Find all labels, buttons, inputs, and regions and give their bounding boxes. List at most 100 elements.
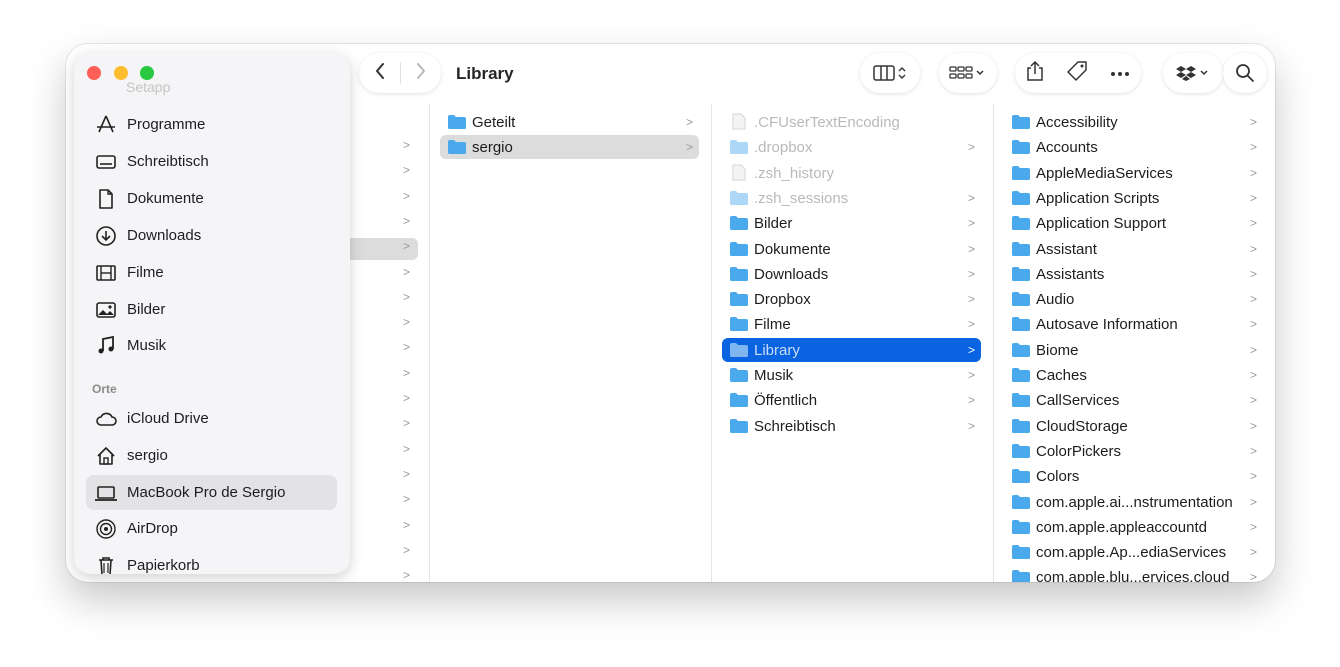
folder-icon <box>1012 266 1030 281</box>
file-row-com-apple-blu-ervices-cloud[interactable]: com.apple.blu...ervices.cloud > <box>1004 565 1263 582</box>
file-row-geteilt[interactable]: Geteilt > <box>440 110 699 134</box>
finder-window: > > > > > > > > > > > > > > > > > > > Geteilt > sergio > .CFU… <box>66 44 1275 582</box>
file-name: sergio <box>472 139 513 157</box>
file-row-accounts[interactable]: Accounts > <box>1004 135 1263 159</box>
file-name: Colors <box>1036 468 1080 486</box>
file-name: CallServices <box>1036 392 1120 410</box>
zoom-button[interactable] <box>140 66 154 80</box>
group-grid-icon <box>949 66 984 79</box>
file-row-audio[interactable]: Audio > <box>1004 287 1263 311</box>
file-row-sergio[interactable]: sergio > <box>440 135 699 160</box>
file-row-biome[interactable]: Biome > <box>1004 338 1263 362</box>
sidebar-item-musik[interactable]: Musik <box>86 328 337 363</box>
chevron-right-icon: > <box>1249 140 1257 155</box>
file-row-caches[interactable]: Caches > <box>1004 363 1263 387</box>
file-row-com-apple-ai-nstrumentation[interactable]: com.apple.ai...nstrumentation > <box>1004 490 1263 514</box>
folder-icon <box>1012 292 1030 307</box>
chevron-right-icon: > <box>1249 519 1257 534</box>
sidebar-item-programme[interactable]: Programme <box>86 107 337 142</box>
sidebar-item-setapp[interactable]: Setapp <box>126 79 170 95</box>
file-row-autosave-information[interactable]: Autosave Information > <box>1004 312 1263 336</box>
sidebar-item-dokumente[interactable]: Dokumente <box>86 181 337 216</box>
file-row-application-scripts[interactable]: Application Scripts > <box>1004 186 1263 210</box>
chevron-right-icon: > <box>967 418 975 433</box>
file-row-ffentlich[interactable]: Öffentlich > <box>722 388 981 412</box>
dropbox-icon <box>1176 66 1208 81</box>
file-name: Autosave Information <box>1036 316 1178 334</box>
file-row-callservices[interactable]: CallServices > <box>1004 388 1263 412</box>
folder-icon <box>730 292 748 307</box>
file-name: com.apple.ai...nstrumentation <box>1036 493 1233 511</box>
file-row-applemediaservices[interactable]: AppleMediaServices > <box>1004 161 1263 185</box>
sidebar-item-airdrop[interactable]: AirDrop <box>86 511 337 546</box>
search-button[interactable] <box>1223 53 1267 93</box>
file-row-accessibility[interactable]: Accessibility > <box>1004 110 1263 134</box>
forward-button[interactable] <box>401 62 441 85</box>
sidebar-item-label: Dokumente <box>127 189 204 207</box>
file-name: com.apple.blu...ervices.cloud <box>1036 569 1230 582</box>
file-name: Musik <box>754 367 794 384</box>
file-row-library[interactable]: Library > <box>722 337 981 362</box>
file-row-colorpickers[interactable]: ColorPickers > <box>1004 439 1263 463</box>
download-icon <box>96 225 116 246</box>
file-name: AppleMediaServices <box>1036 164 1173 182</box>
back-button[interactable] <box>360 62 400 85</box>
folder-icon <box>1012 443 1030 458</box>
file-row-com-apple-ap-ediaservices[interactable]: com.apple.Ap...ediaServices > <box>1004 540 1263 564</box>
file-row-colors[interactable]: Colors > <box>1004 464 1263 488</box>
minimize-button[interactable] <box>114 66 128 80</box>
chevron-right-icon: > <box>1249 545 1257 560</box>
close-button[interactable] <box>87 66 101 80</box>
file-row-musik[interactable]: Musik > <box>722 363 981 387</box>
sidebar-item-schreibtisch[interactable]: Schreibtisch <box>86 144 337 179</box>
columns-view-icon <box>873 65 906 81</box>
file-row-cloudstorage[interactable]: CloudStorage > <box>1004 414 1263 438</box>
file-name: Dropbox <box>754 291 811 309</box>
file-row-com-apple-appleaccountd[interactable]: com.apple.appleaccountd > <box>1004 515 1263 539</box>
sidebar-item-macbook-pro-de-sergio[interactable]: MacBook Pro de Sergio <box>86 474 337 510</box>
view-mode-button[interactable] <box>860 53 920 93</box>
sidebar-item-filme[interactable]: Filme <box>86 255 337 290</box>
file-name: .CFUserTextEncoding <box>754 114 900 131</box>
sidebar-item-icloud-drive[interactable]: iCloud Drive <box>86 401 337 436</box>
chevron-right-icon: > <box>1249 469 1257 484</box>
tag-button[interactable] <box>1066 60 1088 87</box>
file-row-downloads[interactable]: Downloads > <box>722 262 981 286</box>
dropbox-button[interactable] <box>1163 53 1223 93</box>
chevron-right-icon: > <box>403 391 411 405</box>
file-name: Filme <box>754 316 791 334</box>
file-row-bilder[interactable]: Bilder > <box>722 211 981 235</box>
sidebar-item-papierkorb[interactable]: Papierkorb <box>86 548 337 574</box>
file-row-cfusertextencoding[interactable]: .CFUserTextEncoding <box>722 110 981 134</box>
chevron-right-icon: > <box>403 568 411 582</box>
file-row-application-support[interactable]: Application Support > <box>1004 211 1263 235</box>
sidebar-item-downloads[interactable]: Downloads <box>86 218 337 253</box>
file-row-dropbox[interactable]: .dropbox > <box>722 135 981 159</box>
chevron-right-icon: > <box>1249 368 1257 382</box>
file-row-filme[interactable]: Filme > <box>722 312 981 336</box>
chevron-right-icon: > <box>403 315 411 330</box>
file-row-schreibtisch[interactable]: Schreibtisch > <box>722 414 981 438</box>
folder-icon <box>448 140 466 155</box>
share-button[interactable] <box>1026 60 1044 87</box>
file-row-zsh-history[interactable]: .zsh_history <box>722 161 981 185</box>
sidebar-item-sergio[interactable]: sergio <box>86 438 337 473</box>
chevron-right-icon: > <box>1249 317 1257 332</box>
home-icon <box>97 446 115 465</box>
chevron-right-icon: > <box>1249 165 1257 180</box>
file-name: Library <box>754 341 800 359</box>
file-row-dropbox[interactable]: Dropbox > <box>722 287 981 311</box>
file-row-zsh-sessions[interactable]: .zsh_sessions > <box>722 186 981 210</box>
folder-icon <box>1012 241 1030 256</box>
file-row-dokumente[interactable]: Dokumente > <box>722 237 981 261</box>
folder-icon <box>730 317 748 332</box>
group-button[interactable] <box>939 53 997 93</box>
file-row-assistants[interactable]: Assistants > <box>1004 262 1263 286</box>
sidebar-item-label: Filme <box>127 263 164 281</box>
file-name: Audio <box>1036 291 1075 309</box>
folder-icon <box>730 393 748 408</box>
sidebar-item-bilder[interactable]: Bilder <box>86 292 337 327</box>
folder-icon <box>730 241 748 256</box>
file-row-assistant[interactable]: Assistant > <box>1004 237 1263 261</box>
more-button[interactable] <box>1110 64 1130 82</box>
